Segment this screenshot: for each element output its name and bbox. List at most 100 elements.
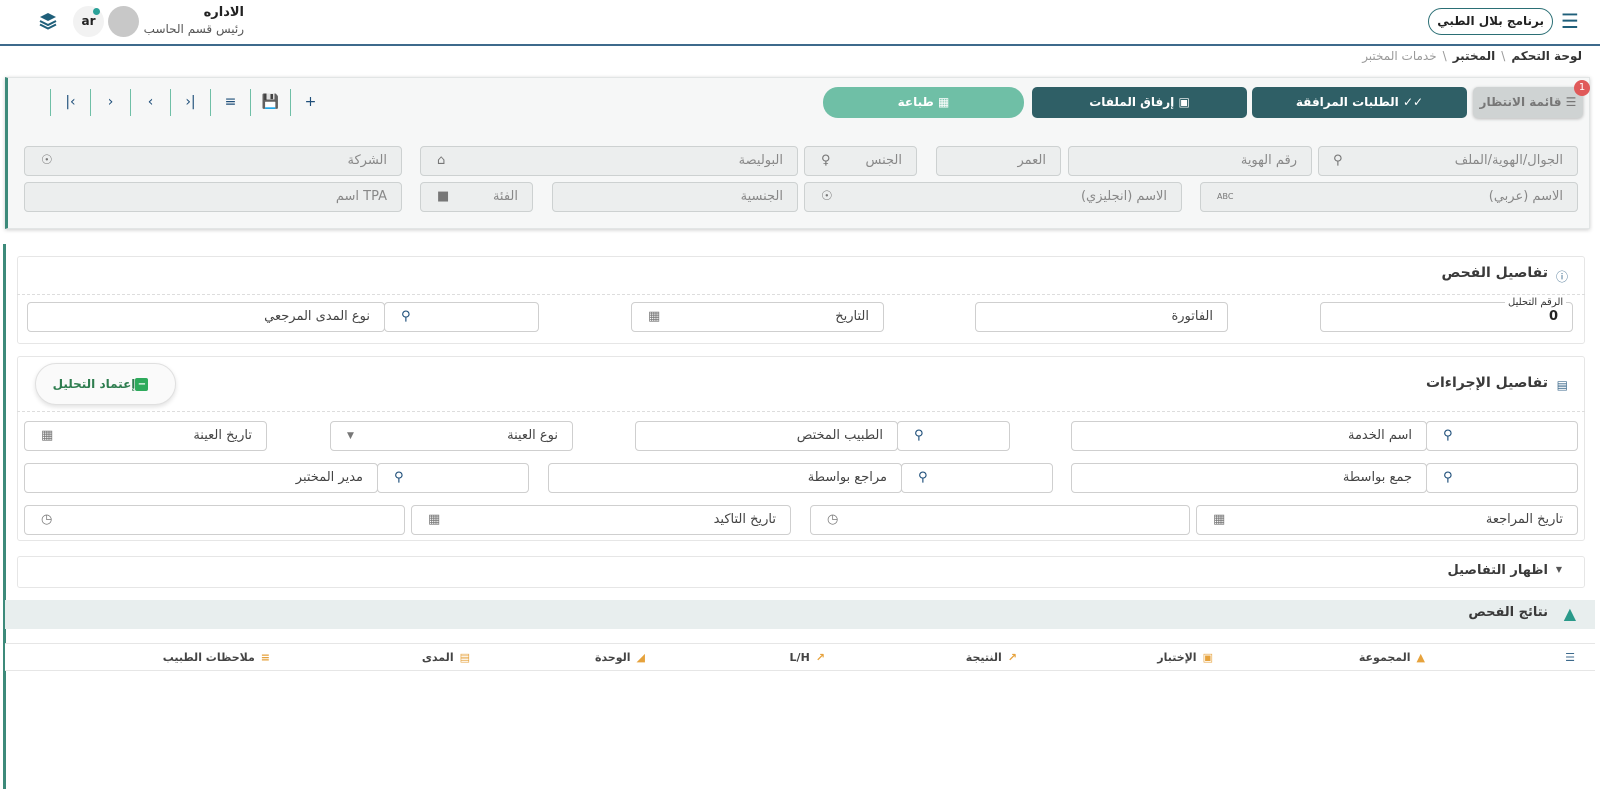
age-field[interactable]: العمر: [936, 146, 1061, 176]
procedure-icon: ▤: [1556, 378, 1568, 392]
column-unit[interactable]: الوحدة ◢: [595, 651, 645, 664]
add-icon[interactable]: +: [290, 89, 330, 116]
patient-search-input[interactable]: الجوال/الهوية/الملف ⚲: [1318, 146, 1578, 176]
show-details-toggle[interactable]: [17, 556, 1585, 588]
confirm-time-field[interactable]: ◷: [24, 505, 405, 535]
collected-by-field[interactable]: جمع بواسطة: [1071, 463, 1427, 493]
breadcrumb-dashboard[interactable]: لوحة التحكم: [1511, 49, 1582, 63]
id-number-field[interactable]: رقم الهوية: [1068, 146, 1312, 176]
review-time-field[interactable]: ◷: [810, 505, 1190, 535]
info-icon: ⓘ: [1555, 270, 1568, 284]
avatar[interactable]: [108, 6, 139, 37]
service-name-field[interactable]: اسم الخدمة: [1071, 421, 1427, 451]
waiting-list-button[interactable]: قائمة الانتظار ☰: [1473, 87, 1583, 118]
search-icon: ⚲: [1333, 153, 1343, 168]
sample-type-select[interactable]: نوع العينة ▼: [330, 421, 573, 451]
column-doctor-notes[interactable]: ملاحظات الطبيب ≡: [163, 651, 270, 664]
breadcrumb-lab[interactable]: المختبر: [1453, 49, 1496, 63]
calendar-icon: ▦: [1213, 512, 1226, 527]
policy-field[interactable]: البوليصة ⌂: [420, 146, 798, 176]
analysis-number-label: الرقم التحليل: [1505, 297, 1567, 308]
search-list-icon[interactable]: ≡: [210, 89, 250, 116]
save-icon[interactable]: 💾: [250, 89, 290, 116]
gender-field[interactable]: الجنس ♀: [804, 146, 917, 176]
hamburger-menu-icon[interactable]: ☰: [1560, 11, 1580, 31]
double-check-icon: ✓✓: [1402, 95, 1424, 109]
exam-details-title: تفاصيل الفحص: [1441, 265, 1548, 281]
group-icon: ▲: [1416, 651, 1425, 664]
search-icon: ⚲: [401, 309, 411, 324]
column-group[interactable]: المجموعة ▲: [1359, 651, 1425, 664]
results-title: نتائج الفحص: [1468, 605, 1548, 620]
date-field[interactable]: التاريخ ▦: [631, 302, 884, 332]
column-range[interactable]: المدى ▤: [422, 651, 470, 664]
reference-range-search[interactable]: ⚲: [384, 302, 539, 332]
calendar-icon: ▦: [41, 428, 54, 443]
attach-files-button[interactable]: إرفاق الملفات ▣: [1032, 87, 1247, 118]
previous-record-icon[interactable]: ›: [90, 89, 130, 116]
name-arabic-field[interactable]: الاسم (عربي) ABC: [1200, 182, 1578, 212]
invoice-field[interactable]: الفاتورة: [975, 302, 1228, 332]
specialist-field[interactable]: الطبيب المختص: [635, 421, 898, 451]
sample-date-field[interactable]: تاريخ العينة ▦: [24, 421, 267, 451]
attached-requests-button[interactable]: الطلبات المرافقة ✓✓: [1252, 87, 1467, 118]
confirm-date-field[interactable]: تاريخ التاكيد ▦: [411, 505, 791, 535]
approve-analysis-button[interactable]: إعتماد التحليل −: [35, 363, 176, 405]
user-name: الاداره: [203, 5, 244, 20]
next-record-icon[interactable]: ‹: [130, 89, 170, 116]
lab-manager-search[interactable]: ⚲: [377, 463, 529, 493]
brand-button[interactable]: برنامج بلال الطبي: [1428, 8, 1553, 35]
left-accent-bar: [3, 244, 6, 789]
trend-icon: ↗: [815, 651, 825, 664]
column-result[interactable]: النتيجة ↗: [966, 651, 1017, 664]
clock-icon: ◷: [41, 512, 53, 527]
search-icon: ⚲: [1443, 428, 1453, 443]
name-english-field[interactable]: الاسم (انجليزي) ☉: [804, 182, 1182, 212]
globe-icon: ☉: [41, 153, 53, 168]
home-icon: ⌂: [437, 153, 446, 168]
notes-icon: ≡: [260, 651, 270, 664]
text-abc-icon: ABC: [1217, 192, 1234, 201]
search-icon: ⚲: [918, 470, 928, 485]
service-search[interactable]: ⚲: [1426, 421, 1578, 451]
procedure-details-title: تفاصيل الإجراءات: [1425, 375, 1548, 391]
calendar-icon: ▦: [428, 512, 441, 527]
print-button[interactable]: طباعة ▦: [823, 87, 1024, 118]
search-icon: ⚲: [1443, 470, 1453, 485]
column-test[interactable]: الإختبار ▣: [1157, 651, 1213, 664]
tpa-name-field[interactable]: اسم TPA: [24, 182, 402, 212]
review-date-field[interactable]: تاريخ المراجعة ▦: [1196, 505, 1578, 535]
reviewed-by-search[interactable]: ⚲: [901, 463, 1053, 493]
archive-icon: ▣: [1178, 95, 1190, 109]
globe-icon: ☉: [821, 189, 833, 204]
first-record-icon[interactable]: |‹: [50, 89, 90, 116]
chevron-down-icon: ▼: [347, 431, 354, 441]
record-navigation: + 💾 ≡ ›| ‹ › |‹: [45, 89, 330, 116]
list-icon: ☰: [1565, 95, 1577, 109]
ruler-icon: ◢: [636, 651, 645, 664]
top-bar: ☰ برنامج بلال الطبي الاداره رئيس قسم الح…: [0, 0, 1600, 46]
trend-icon: ↗: [1007, 651, 1017, 664]
show-details-label[interactable]: اظهار التفاصيل: [1447, 563, 1548, 578]
reference-range-type-field[interactable]: نوع المدى المرجعي: [27, 302, 385, 332]
columns-menu-icon[interactable]: ☰: [1565, 651, 1575, 664]
divider: [17, 411, 1585, 412]
specialist-search[interactable]: ⚲: [897, 421, 1010, 451]
category-field[interactable]: الفئة ■: [420, 182, 533, 212]
layers-icon[interactable]: [38, 11, 58, 31]
lab-manager-field[interactable]: مدير المختبر: [24, 463, 378, 493]
waiting-badge: 1: [1574, 80, 1590, 96]
range-icon: ▤: [459, 651, 470, 664]
chevron-down-icon: ▼: [1555, 565, 1562, 574]
last-record-icon[interactable]: ›|: [170, 89, 210, 116]
online-dot: [93, 8, 100, 15]
nationality-field[interactable]: الجنسية: [552, 182, 798, 212]
results-table-header: ☰ المجموعة ▲ الإختبار ▣ النتيجة ↗ L/H ↗ الوح…: [5, 643, 1595, 671]
image-icon: ▦: [938, 95, 950, 109]
collected-by-search[interactable]: ⚲: [1426, 463, 1578, 493]
results-header-bar: [5, 600, 1595, 629]
column-lh[interactable]: L/H ↗: [790, 651, 825, 664]
reviewed-by-field[interactable]: مراجع بواسطة: [548, 463, 902, 493]
company-field[interactable]: الشركة ☉: [24, 146, 402, 176]
breadcrumb: لوحة التحكم\المختبر\خدمات المختبر: [1362, 49, 1582, 63]
